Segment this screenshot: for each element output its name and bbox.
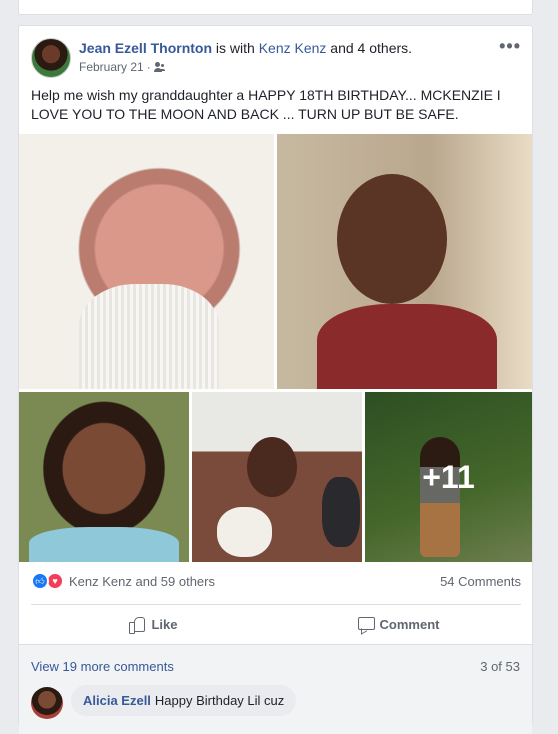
comment-bubble: Alicia Ezell Happy Birthday Lil cuz [71,685,297,716]
thumbs-up-icon [129,616,146,634]
photo-child-portrait[interactable] [19,392,189,562]
and-others-text[interactable]: and 4 others. [326,40,412,56]
author-line: Jean Ezell Thornton is with Kenz Kenz an… [79,40,412,56]
like-icon: 👍︎ [31,572,49,590]
photo-puppy [217,507,272,557]
commenter-avatar[interactable] [31,687,63,719]
reactions-bar: 👍︎ ♥ Kenz Kenz and 59 others 54 Comments [31,572,521,592]
comment-item: Alicia Ezell Happy Birthday Lil cuz [31,685,521,719]
post-date[interactable]: February 21 [79,60,144,74]
comment-text: Happy Birthday Lil cuz [154,693,285,708]
like-button[interactable]: Like [31,606,276,642]
tagged-friend[interactable]: Kenz Kenz [259,40,327,56]
photo-toddler[interactable] [277,134,532,389]
comments-count[interactable]: 54 Comments [440,574,521,589]
post-card: Jean Ezell Thornton is with Kenz Kenz an… [18,25,533,734]
friends-icon[interactable] [153,62,166,72]
post-meta: February 21 · [79,60,166,74]
comments-pagination: 3 of 53 [480,659,520,674]
like-label: Like [151,616,178,632]
photo-dog [322,477,360,547]
reaction-summary[interactable]: Kenz Kenz and 59 others [69,574,215,589]
date-separator: · [146,60,151,74]
commenter-name[interactable]: Alicia Ezell [83,693,151,708]
more-options-icon[interactable]: ••• [499,36,521,57]
divider [31,604,521,605]
comments-section: View 19 more comments 3 of 53 Alicia Eze… [19,644,532,734]
comment-icon [357,616,375,632]
photo-kid [247,437,297,497]
view-more-comments-link[interactable]: View 19 more comments [31,659,174,674]
author-name[interactable]: Jean Ezell Thornton [79,40,212,56]
photo-with-dogs[interactable] [192,392,362,562]
photo-face [337,174,447,304]
previous-post-card [18,0,533,15]
comment-label: Comment [379,616,440,632]
reaction-icons[interactable]: 👍︎ ♥ [31,572,67,590]
photo-grid: +11 [19,134,532,562]
comment-button[interactable]: Comment [276,606,521,642]
post-header: Jean Ezell Thornton is with Kenz Kenz an… [31,36,521,78]
post-text: Help me wish my granddaughter a HAPPY 18… [31,87,501,122]
with-text: is with [212,40,259,56]
photo-outdoor[interactable]: +11 [365,392,532,562]
author-avatar[interactable] [31,38,71,78]
photo-newborn[interactable] [19,134,274,389]
action-bar: Like Comment [31,606,521,642]
photo-shirt [317,304,497,389]
more-photos-overlay[interactable]: +11 [365,392,532,562]
